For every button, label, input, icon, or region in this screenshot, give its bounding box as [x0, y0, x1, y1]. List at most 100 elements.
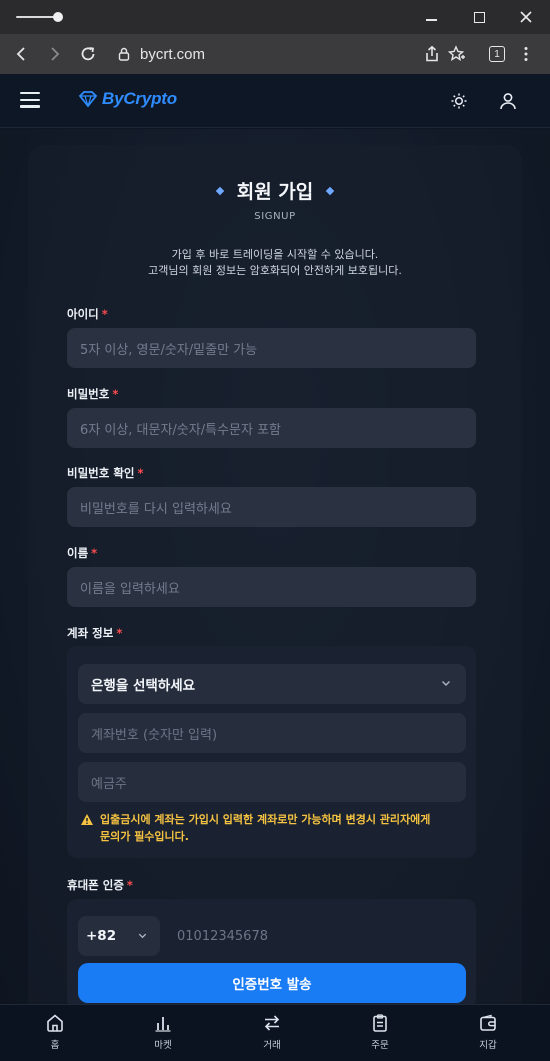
- window-slider-knob[interactable]: [53, 12, 63, 22]
- required-mark: *: [116, 626, 123, 640]
- chevron-down-icon: [138, 933, 147, 939]
- reload-icon: [81, 47, 95, 61]
- page-title: 회원 가입: [236, 181, 314, 203]
- required-mark: *: [137, 466, 144, 480]
- nav-label: 거래: [263, 1040, 281, 1051]
- close-icon: [520, 11, 532, 23]
- logo[interactable]: ByCrypto: [78, 89, 177, 109]
- hamburger-icon-line: [20, 92, 40, 95]
- main-content[interactable]: 회원 가입 SIGNUP 가입 후 바로 트레이딩을 시작할 수 있습니다. 고…: [0, 129, 550, 1004]
- share-button[interactable]: [420, 42, 444, 66]
- bottom-nav: 홈 마켓 거래 주문 지갑: [0, 1004, 550, 1061]
- star-add-icon: [448, 45, 465, 61]
- chart-bars-icon: [155, 1017, 171, 1032]
- minimize-button[interactable]: [420, 6, 442, 28]
- url-text: bycrt.com: [140, 45, 206, 63]
- arrow-left-icon: [16, 47, 25, 61]
- menu-button[interactable]: [20, 92, 40, 108]
- forward-button[interactable]: [42, 42, 66, 66]
- page-subtitle: SIGNUP: [254, 211, 296, 222]
- country-code-value: +82: [86, 928, 117, 944]
- nav-item-wallet[interactable]: 지갑: [458, 1013, 518, 1051]
- required-mark: *: [101, 307, 108, 321]
- diamond-logo-icon: [78, 91, 98, 107]
- profile-button[interactable]: [497, 90, 519, 112]
- bank-select-value: 은행을 선택하세요: [91, 678, 196, 694]
- intro-line: 가입 후 바로 트레이딩을 시작할 수 있습니다.: [171, 248, 379, 261]
- app-header: ByCrypto: [0, 74, 550, 128]
- account-holder-input[interactable]: 예금주: [78, 762, 466, 802]
- nav-label: 주문: [371, 1040, 389, 1051]
- nav-item-orders[interactable]: 주문: [350, 1013, 410, 1051]
- label-text: 이름: [67, 546, 89, 560]
- hamburger-icon-line: [20, 105, 40, 108]
- nav-label: 홈: [50, 1040, 60, 1051]
- hamburger-icon-line: [20, 98, 40, 101]
- password-label: 비밀번호 *: [67, 386, 118, 402]
- password-confirm-input[interactable]: 비밀번호를 다시 입력하세요: [67, 487, 476, 527]
- swap-arrows-icon: [264, 1015, 280, 1031]
- logo-text: ByCrypto: [102, 89, 177, 108]
- nav-item-home[interactable]: 홈: [25, 1013, 85, 1051]
- warning-line: 문의가 필수입니다.: [100, 830, 189, 843]
- name-input[interactable]: 이름을 입력하세요: [67, 567, 476, 607]
- share-icon: [426, 45, 438, 62]
- diamond-icon: [215, 186, 224, 195]
- country-code-select[interactable]: +82: [78, 916, 160, 956]
- site-info-icon: [118, 47, 130, 61]
- password-confirm-label: 비밀번호 확인 *: [67, 465, 144, 481]
- required-mark: *: [112, 387, 119, 401]
- theme-toggle-button[interactable]: [448, 90, 470, 112]
- user-icon: [500, 93, 516, 110]
- label-text: 아이디: [67, 307, 99, 321]
- bank-select[interactable]: 은행을 선택하세요: [78, 664, 466, 704]
- tab-switcher-button[interactable]: 1: [485, 42, 509, 66]
- maximize-button[interactable]: [468, 6, 490, 28]
- maximize-icon: [473, 11, 485, 23]
- label-text: 비밀번호 확인: [67, 466, 135, 480]
- required-mark: *: [91, 546, 98, 560]
- warning-line: 입출금시에 계좌는 가입시 입력한 계좌로만 가능하며 변경시 관리자에게: [100, 813, 431, 826]
- more-vertical-icon: [524, 47, 528, 61]
- nav-item-trade[interactable]: 거래: [242, 1013, 302, 1051]
- name-label: 이름 *: [67, 545, 97, 561]
- warning-text: 입출금시에 계좌는 가입시 입력한 계좌로만 가능하며 변경시 관리자에게 문의…: [100, 811, 430, 845]
- chevron-down-icon: [442, 681, 450, 686]
- sun-icon: [451, 93, 467, 109]
- reload-button[interactable]: [76, 42, 100, 66]
- back-button[interactable]: [10, 42, 34, 66]
- account-number-input[interactable]: 계좌번호 (숫자만 입력): [78, 713, 466, 753]
- arrow-right-icon: [51, 47, 60, 61]
- clipboard-icon: [373, 1014, 387, 1032]
- nav-label: 마켓: [154, 1040, 172, 1051]
- user-id-label: 아이디 *: [67, 306, 108, 322]
- account-info-label: 계좌 정보 *: [67, 625, 122, 641]
- warning-icon: [81, 814, 93, 825]
- required-mark: *: [126, 878, 133, 892]
- send-verification-button[interactable]: 인증번호 발송: [78, 963, 466, 1003]
- close-window-button[interactable]: [515, 6, 537, 28]
- diamond-icon: [326, 186, 335, 195]
- account-warning: 입출금시에 계좌는 가입시 입력한 계좌로만 가능하며 변경시 관리자에게 문의…: [80, 811, 470, 845]
- browser-menu-button[interactable]: [514, 42, 538, 66]
- user-id-input[interactable]: 5자 이상, 영문/숫자/밑줄만 가능: [67, 328, 476, 368]
- nav-label: 지갑: [479, 1040, 497, 1051]
- bookmark-button[interactable]: [445, 42, 469, 66]
- minimize-icon: [425, 19, 437, 21]
- window-slider-track[interactable]: [16, 16, 58, 18]
- phone-number-input[interactable]: 01012345678: [164, 916, 466, 956]
- label-text: 비밀번호: [67, 387, 110, 401]
- label-text: 계좌 정보: [67, 626, 114, 640]
- password-input[interactable]: 6자 이상, 대문자/숫자/특수문자 포함: [67, 408, 476, 448]
- intro-text: 가입 후 바로 트레이딩을 시작할 수 있습니다. 고객님의 회원 정보는 암호…: [0, 247, 550, 279]
- phone-verification-label: 휴대폰 인증 *: [67, 877, 133, 893]
- wallet-icon: [480, 1014, 496, 1031]
- tab-count: 1: [494, 48, 500, 60]
- signup-title-row: 회원 가입: [0, 177, 550, 204]
- nav-item-market[interactable]: 마켓: [133, 1013, 193, 1051]
- label-text: 휴대폰 인증: [67, 878, 124, 892]
- browser-titlebar: [0, 0, 550, 34]
- url-field[interactable]: bycrt.com: [118, 43, 205, 65]
- tab-count-icon: 1: [489, 46, 505, 62]
- browser-address-bar: bycrt.com 1: [0, 34, 550, 74]
